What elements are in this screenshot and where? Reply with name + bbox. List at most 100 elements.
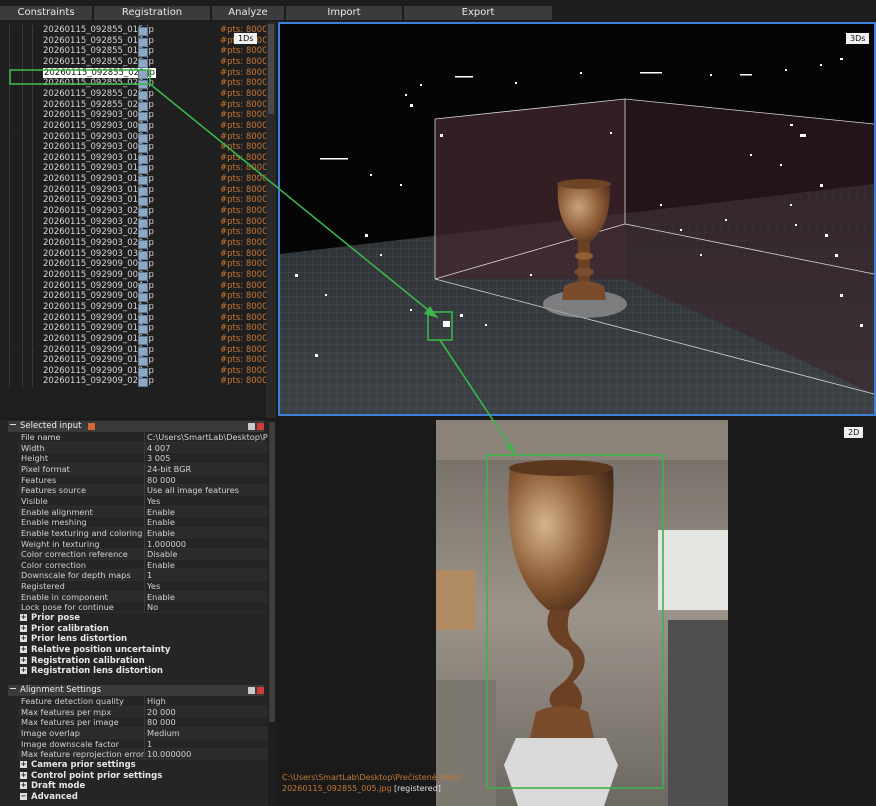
expand-icon[interactable]: + <box>20 614 27 622</box>
file-list-item[interactable]: 20260115_092909_004.jp #pts: 80000 <box>0 280 273 292</box>
property-row[interactable]: Pixel format 24-bit BGR <box>18 463 268 475</box>
image-icon[interactable] <box>138 154 148 164</box>
property-group-expanded[interactable]: − Advanced <box>20 792 78 803</box>
property-group[interactable]: + Relative position uncertainty <box>20 645 170 656</box>
close-icon[interactable] <box>257 687 264 694</box>
property-row[interactable]: Image overlap Medium <box>18 727 268 739</box>
image-icon[interactable] <box>138 378 148 388</box>
file-list-item[interactable]: 20260115_092909_015.jp #pts: 80000 <box>0 333 273 345</box>
file-list-item[interactable]: 20260115_092909_013.jp #pts: 80000 <box>0 323 273 335</box>
property-value[interactable]: 24-bit BGR <box>144 463 191 474</box>
property-group[interactable]: + Control point prior settings <box>20 771 162 782</box>
image-icon[interactable] <box>138 250 148 260</box>
image-icon[interactable] <box>138 144 148 154</box>
property-group[interactable]: + Prior lens distortion <box>20 634 127 645</box>
file-list-item[interactable]: 20260115_092903_030.jp #pts: 80000 <box>0 248 273 260</box>
view-label-3ds[interactable]: 3Ds <box>846 33 870 44</box>
file-list-item[interactable]: 20260115_092903_011.jp #pts: 80000 <box>0 163 273 175</box>
property-row[interactable]: Visible Yes <box>18 495 268 507</box>
file-list-item[interactable]: 20260115_092903_025.jp #pts: 80000 <box>0 206 273 218</box>
file-list-item[interactable]: 20260115_092909_016.jp #pts: 80000 <box>0 344 273 356</box>
image-icon[interactable] <box>138 325 148 335</box>
file-list-item[interactable]: 20260115_092909_011.jp #pts: 80000 <box>0 301 273 313</box>
property-value[interactable]: 1.000000 <box>144 538 186 549</box>
file-list-item[interactable]: 20260115_092855_017.jp #pts: 80000 <box>0 35 273 47</box>
tab-analyze[interactable]: Analyze <box>212 6 284 20</box>
tab-constraints[interactable]: Constraints <box>0 6 92 20</box>
file-list-scrollbar[interactable] <box>266 22 276 418</box>
image-icon[interactable] <box>138 208 148 218</box>
property-row[interactable]: Width 4 007 <box>18 442 268 454</box>
file-list-item[interactable]: 20260115_092903_010.jp #pts: 80000 <box>0 152 273 164</box>
file-list-item[interactable]: 20260115_092903_029.jp #pts: 80000 <box>0 238 273 249</box>
property-row[interactable]: Image downscale factor 1 <box>18 738 268 750</box>
image-icon[interactable] <box>138 314 148 324</box>
property-row[interactable]: Enable texturing and coloring Enable <box>18 527 268 539</box>
expand-icon[interactable]: + <box>20 656 27 664</box>
property-value[interactable]: Enable <box>144 517 175 528</box>
pin-icon[interactable] <box>248 687 255 694</box>
image-icon[interactable] <box>138 261 148 271</box>
property-value[interactable]: Enable <box>144 591 175 602</box>
property-value[interactable]: 1 <box>144 738 152 749</box>
property-row[interactable]: Registered Yes <box>18 581 268 592</box>
property-row[interactable]: Enable meshing Enable <box>18 517 268 528</box>
property-value[interactable]: Disable <box>144 549 177 560</box>
expand-icon[interactable]: + <box>20 667 27 675</box>
file-list-scroll-thumb[interactable] <box>268 24 274 114</box>
image-icon[interactable] <box>138 282 148 292</box>
expand-icon[interactable]: + <box>20 760 27 768</box>
file-list-item[interactable]: 20260115_092903_007.jp #pts: 80000 <box>0 120 273 132</box>
image-icon[interactable] <box>138 90 148 100</box>
property-row[interactable]: Height 3 005 <box>18 453 268 464</box>
3d-scene-view[interactable]: 3Ds <box>278 22 876 416</box>
image-icon[interactable] <box>138 229 148 239</box>
file-list-item[interactable]: 20260115_092903_012.jp #pts: 80000 <box>0 174 273 186</box>
property-group[interactable]: + Camera prior settings <box>20 760 136 771</box>
property-row[interactable]: Max features per mpx 20 000 <box>18 706 268 718</box>
property-row[interactable]: Max feature reprojection error 10.000000 <box>18 749 268 760</box>
properties-scroll-thumb[interactable] <box>269 422 275 722</box>
tab-import[interactable]: Import <box>286 6 402 20</box>
file-list-item[interactable]: 20260115_092909_019.jp #pts: 80000 <box>0 365 273 377</box>
image-icon[interactable] <box>138 80 148 90</box>
image-icon[interactable] <box>138 112 148 122</box>
property-row[interactable]: Enable alignment Enable <box>18 506 268 518</box>
file-list-item[interactable]: 20260115_092903_028.jp #pts: 80000 <box>0 227 273 239</box>
image-icon[interactable] <box>138 48 148 58</box>
image-icon[interactable] <box>138 271 148 281</box>
property-row[interactable]: File name C:\Users\SmartLab\Desktop\Pre..… <box>18 432 276 443</box>
file-list-item[interactable]: 20260115_092855_027.jp #pts: 80000 <box>0 99 273 111</box>
image-icon[interactable] <box>138 218 148 228</box>
property-row[interactable]: Max features per image 80 000 <box>18 717 268 728</box>
property-row[interactable]: Color correction reference Disable <box>18 549 268 560</box>
collapse-icon[interactable]: − <box>20 792 27 800</box>
property-value[interactable]: Enable <box>144 559 175 570</box>
property-row[interactable]: Weight in texturing 1.000000 <box>18 538 268 550</box>
view-label-1ds[interactable]: 1Ds <box>234 33 258 44</box>
tab-registration[interactable]: Registration <box>94 6 210 20</box>
image-icon[interactable] <box>138 346 148 356</box>
collapse-icon[interactable] <box>10 424 16 425</box>
property-group[interactable]: + Prior calibration <box>20 624 109 635</box>
file-list-item[interactable]: 20260115_092855_025.jp #pts: 80000 <box>0 88 273 100</box>
file-list-item[interactable]: 20260115_092903_026.jp #pts: 80000 <box>0 216 273 228</box>
property-value[interactable]: 80 000 <box>144 474 176 485</box>
image-icon[interactable] <box>138 133 148 143</box>
image-icon[interactable] <box>138 186 148 196</box>
property-group[interactable]: + Prior pose <box>20 613 80 624</box>
property-value[interactable]: High <box>144 696 166 706</box>
property-group[interactable]: + Registration calibration <box>20 656 145 667</box>
property-value[interactable]: Yes <box>144 581 160 592</box>
file-list-item[interactable]: 20260115_092855_022.jp #pts: 80000 <box>0 67 273 79</box>
file-list-item[interactable]: 20260115_092903_005.jp #pts: 80000 <box>0 110 273 122</box>
file-list-item[interactable]: 20260115_092909_008.jp #pts: 80000 <box>0 291 273 303</box>
image-icon[interactable] <box>138 303 148 313</box>
info-icon[interactable] <box>88 423 95 430</box>
expand-icon[interactable]: + <box>20 624 27 632</box>
image-icon[interactable] <box>138 240 148 249</box>
file-list-item[interactable]: 20260115_092909_012.jp #pts: 80000 <box>0 312 273 324</box>
collapse-icon[interactable] <box>10 688 16 689</box>
property-row[interactable]: Downscale for depth maps 1 <box>18 570 268 582</box>
image-icon[interactable] <box>138 101 148 111</box>
